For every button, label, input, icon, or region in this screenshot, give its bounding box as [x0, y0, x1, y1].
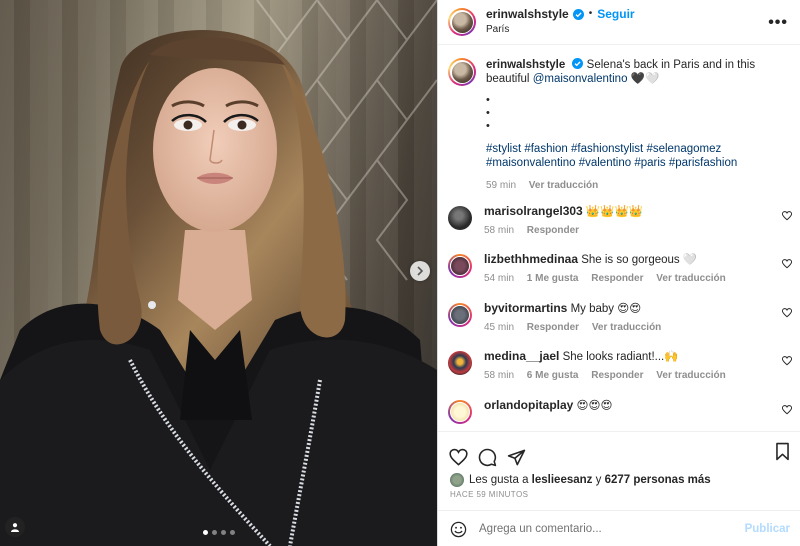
comment-text: 👑👑👑👑	[585, 205, 644, 218]
publish-button[interactable]: Publicar	[745, 523, 790, 535]
comment-time: 58 min	[484, 224, 515, 236]
instagram-post-view: erinwalshstyle • Seguir París ••• erinwa…	[0, 0, 800, 546]
caption-mention-link[interactable]: @maisonvalentino	[533, 73, 628, 85]
commenter-username[interactable]: medina__jael	[484, 349, 559, 363]
author-avatar[interactable]	[448, 8, 476, 36]
commenter-username[interactable]: lizbethhmedinaa	[484, 252, 578, 266]
likes-summary[interactable]: Les gusta a leslieesanz y 6277 personas …	[438, 472, 800, 487]
comment-item: medina__jael She looks radiant!...🙌 58 m…	[438, 349, 800, 398]
caption-author-avatar[interactable]	[448, 58, 476, 86]
comment-time: 54 min	[484, 273, 515, 284]
comment-text: She is so gorgeous 🤍	[581, 254, 698, 266]
author-username[interactable]: erinwalshstyle	[486, 6, 569, 22]
paper-plane-icon[interactable]	[507, 448, 526, 467]
post-actions: Les gusta a leslieesanz y 6277 personas …	[438, 431, 800, 546]
post-photo[interactable]	[0, 0, 437, 546]
comment-time: 45 min	[484, 321, 515, 333]
reply-button[interactable]: Responder	[591, 273, 643, 284]
caption-emoji: 🖤🤍	[630, 72, 660, 85]
reply-button[interactable]: Responder	[591, 370, 643, 381]
comment-like-heart-icon[interactable]	[782, 404, 792, 415]
comment-item: orlandopitaplay 😍😍😍	[438, 398, 800, 432]
comment-time: 58 min	[484, 370, 515, 381]
commenter-username[interactable]: marisolrangel303	[484, 204, 583, 218]
verified-badge-icon	[572, 58, 584, 69]
comment-text: My baby 😍😍	[570, 302, 642, 315]
portrait-figure	[0, 30, 437, 546]
liker-avatar	[450, 473, 464, 487]
separator-dot: •	[588, 8, 593, 19]
comment-text: 😍😍😍	[576, 399, 613, 412]
commenter-avatar[interactable]	[448, 351, 472, 375]
caption-spacer-dots: • • •	[486, 94, 490, 132]
post-caption: erinwalshstyle Selena's back in Paris an…	[438, 45, 800, 193]
add-comment-bar: Publicar	[438, 510, 800, 546]
user-tag-icon	[11, 523, 19, 532]
carousel-dot	[212, 530, 217, 535]
commenter-avatar[interactable]	[448, 254, 472, 278]
comment-item: byvitormartins My baby 😍😍 45 min Respond…	[438, 301, 800, 350]
post-location[interactable]: París	[486, 22, 635, 38]
post-side-panel: erinwalshstyle • Seguir París ••• erinwa…	[437, 0, 800, 546]
caption-time: 59 min	[486, 180, 517, 191]
likes-others-count[interactable]: 6277 personas más	[605, 474, 711, 486]
commenter-avatar[interactable]	[448, 399, 472, 424]
carousel-next-button[interactable]	[410, 261, 430, 281]
caption-hashtags[interactable]: #stylist #fashion #fashionstylist #selen…	[486, 143, 786, 157]
post-header: erinwalshstyle • Seguir París •••	[438, 0, 800, 45]
comment-likes-count[interactable]: 1 Me gusta	[527, 273, 579, 284]
carousel-dot	[221, 530, 226, 535]
carousel-dot	[203, 530, 208, 535]
verified-badge-icon	[572, 8, 584, 20]
translate-link[interactable]: Ver traducción	[656, 370, 725, 381]
follow-button[interactable]: Seguir	[597, 6, 634, 22]
comment-like-heart-icon[interactable]	[782, 356, 792, 366]
comment-like-heart-icon[interactable]	[782, 307, 792, 318]
emoji-smile-icon[interactable]	[450, 521, 467, 538]
reply-button[interactable]: Responder	[527, 322, 579, 333]
comment-input[interactable]	[479, 523, 729, 535]
bookmark-icon[interactable]	[773, 442, 792, 461]
post-time-ago: HACE 59 MINUTOS	[450, 490, 529, 499]
likes-prefix: Les gusta a	[469, 474, 529, 486]
comment-bubble-icon[interactable]	[478, 448, 497, 467]
translate-link[interactable]: Ver traducción	[656, 273, 725, 284]
caption-translate-link[interactable]: Ver traducción	[529, 180, 598, 191]
comment-like-heart-icon[interactable]	[782, 210, 792, 221]
comment-likes-count[interactable]: 6 Me gusta	[527, 370, 579, 381]
comment-item: marisolrangel303 👑👑👑👑 58 min Responder	[438, 204, 800, 253]
comment-item: lizbethhmedinaa She is so gorgeous 🤍 54 …	[438, 252, 800, 301]
reply-button[interactable]: Responder	[527, 225, 579, 236]
more-options-button[interactable]: •••	[768, 14, 788, 32]
comment-like-heart-icon[interactable]	[782, 259, 792, 269]
commenter-username[interactable]: orlandopitaplay	[484, 398, 573, 412]
carousel-dot	[230, 530, 235, 535]
caption-hashtags[interactable]: #maisonvalentino #valentino #paris #pari…	[486, 157, 786, 171]
chevron-right-icon	[417, 266, 424, 276]
likes-connector: y	[595, 474, 602, 486]
liker-username[interactable]: leslieesanz	[532, 474, 593, 486]
translate-link[interactable]: Ver traducción	[592, 322, 661, 333]
heart-icon[interactable]	[449, 448, 468, 467]
tagged-users-button[interactable]	[5, 517, 25, 537]
caption-author-username[interactable]: erinwalshstyle	[486, 59, 565, 71]
commenter-avatar[interactable]	[448, 302, 472, 327]
comments-list[interactable]: erinwalshstyle Selena's back in Paris an…	[438, 45, 800, 431]
commenter-avatar[interactable]	[448, 205, 472, 230]
commenter-username[interactable]: byvitormartins	[484, 301, 567, 315]
comment-text: She looks radiant!...🙌	[562, 351, 679, 363]
carousel-indicators	[203, 530, 235, 535]
